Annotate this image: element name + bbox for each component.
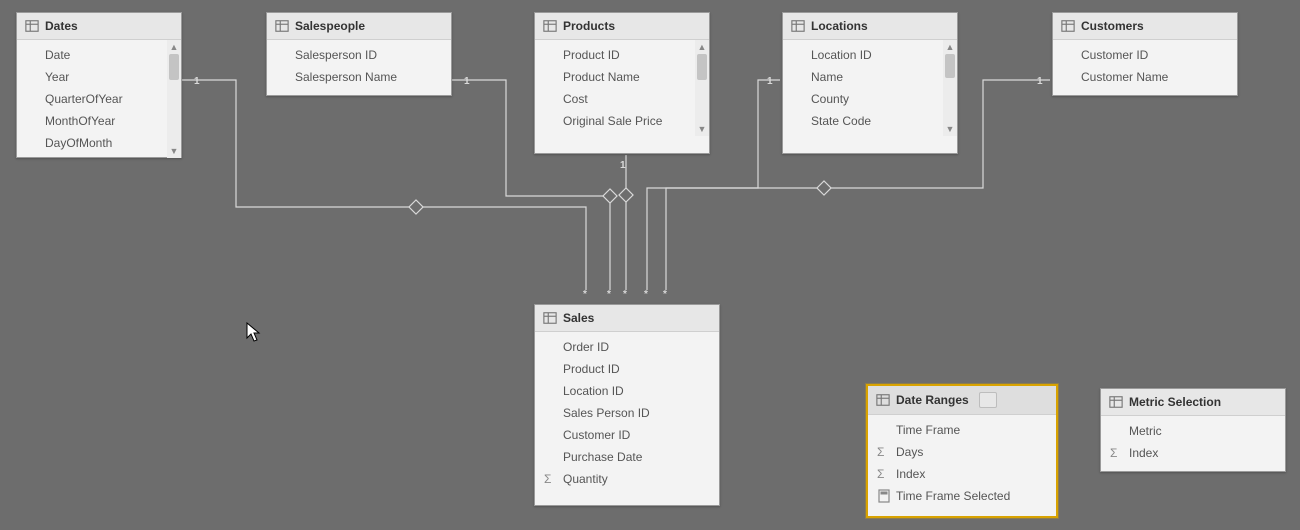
field-row[interactable]: Time Frame (868, 419, 1056, 441)
table-header[interactable]: Metric Selection (1101, 389, 1285, 416)
sigma-icon: Σ (544, 472, 558, 486)
field-row[interactable]: Location ID (535, 380, 719, 402)
table-title: Locations (811, 19, 868, 33)
scroll-up-icon[interactable]: ▲ (943, 40, 957, 54)
scroll-thumb[interactable] (169, 54, 179, 80)
svg-text:*: * (623, 289, 627, 300)
field-row[interactable]: Original Sale Price (535, 110, 709, 132)
field-row[interactable]: Salesperson Name (267, 66, 451, 88)
scroll-up-icon[interactable]: ▲ (695, 40, 709, 54)
field-row[interactable]: Product Name (535, 66, 709, 88)
field-row[interactable]: ΣDays (868, 441, 1056, 463)
field-row[interactable]: Cost (535, 88, 709, 110)
table-date-ranges[interactable]: Date Ranges Time Frame ΣDays ΣIndex Time… (866, 384, 1058, 518)
table-badge-icon (979, 392, 997, 408)
table-icon (543, 19, 557, 33)
scroll-thumb[interactable] (945, 54, 955, 78)
field-row[interactable]: Salesperson ID (267, 44, 451, 66)
field-row[interactable]: Customer Name (1053, 66, 1237, 88)
table-title: Date Ranges (896, 393, 969, 407)
field-row[interactable]: Sales Person ID (535, 402, 719, 424)
table-products[interactable]: Products Product ID Product Name Cost Or… (534, 12, 710, 154)
table-title: Sales (563, 311, 594, 325)
field-row[interactable]: Order ID (535, 336, 719, 358)
svg-text:*: * (583, 289, 587, 300)
scroll-down-icon[interactable]: ▼ (695, 122, 709, 136)
table-header[interactable]: Products (535, 13, 709, 40)
calculator-icon (877, 489, 891, 503)
field-row[interactable]: MonthOfYear (17, 110, 181, 132)
svg-text:1: 1 (464, 76, 470, 87)
scroll-up-icon[interactable]: ▲ (167, 40, 181, 54)
field-row[interactable]: QuarterOfYear (17, 88, 181, 110)
svg-text:*: * (644, 289, 648, 300)
table-dates[interactable]: Dates Date Year QuarterOfYear MonthOfYea… (16, 12, 182, 158)
table-sales[interactable]: Sales Order ID Product ID Location ID Sa… (534, 304, 720, 506)
table-icon (543, 311, 557, 325)
table-icon (1061, 19, 1075, 33)
svg-text:*: * (663, 289, 667, 300)
table-locations[interactable]: Locations Location ID Name County State … (782, 12, 958, 154)
svg-text:1: 1 (194, 76, 200, 87)
field-row[interactable]: Σ Quantity (535, 468, 719, 490)
field-row[interactable]: Product ID (535, 44, 709, 66)
table-title: Dates (45, 19, 78, 33)
table-header[interactable]: Salespeople (267, 13, 451, 40)
field-row[interactable]: Date (17, 44, 181, 66)
field-row[interactable]: State Code (783, 110, 957, 132)
table-header[interactable]: Date Ranges (868, 386, 1056, 415)
scrollbar[interactable]: ▲ ▼ (943, 40, 957, 136)
field-row[interactable]: Customer ID (535, 424, 719, 446)
svg-text:1: 1 (620, 160, 626, 171)
sigma-icon: Σ (877, 467, 891, 481)
field-row[interactable]: Purchase Date (535, 446, 719, 468)
field-row[interactable]: County (783, 88, 957, 110)
table-customers[interactable]: Customers Customer ID Customer Name (1052, 12, 1238, 96)
table-icon (1109, 395, 1123, 409)
field-row[interactable]: Time Frame Selected (868, 485, 1056, 507)
field-row[interactable]: Name (783, 66, 957, 88)
sigma-icon: Σ (1110, 446, 1124, 460)
svg-text:1: 1 (767, 76, 773, 87)
field-row[interactable]: Location ID (783, 44, 957, 66)
field-row[interactable]: Product ID (535, 358, 719, 380)
field-list: Date Year QuarterOfYear MonthOfYear DayO… (17, 40, 181, 158)
table-title: Salespeople (295, 19, 365, 33)
field-row[interactable]: Customer ID (1053, 44, 1237, 66)
scroll-down-icon[interactable]: ▼ (943, 122, 957, 136)
sigma-icon: Σ (877, 445, 891, 459)
table-icon (25, 19, 39, 33)
table-icon (876, 393, 890, 407)
table-header[interactable]: Locations (783, 13, 957, 40)
field-row[interactable]: DayOfMonth (17, 132, 181, 154)
field-row[interactable]: Year (17, 66, 181, 88)
scroll-down-icon[interactable]: ▼ (167, 144, 181, 158)
model-canvas[interactable]: 1 * 1 * 1 * 1 * 1 * Dates Date Year Quar… (0, 0, 1300, 530)
field-row[interactable]: ΣIndex (868, 463, 1056, 485)
scrollbar[interactable]: ▲ ▼ (695, 40, 709, 136)
table-header[interactable]: Sales (535, 305, 719, 332)
svg-text:1: 1 (1037, 76, 1043, 87)
field-row[interactable]: ΣIndex (1101, 442, 1285, 464)
mouse-cursor-icon (246, 322, 262, 344)
table-header[interactable]: Customers (1053, 13, 1237, 40)
table-title: Customers (1081, 19, 1144, 33)
table-header[interactable]: Dates (17, 13, 181, 40)
table-salespeople[interactable]: Salespeople Salesperson ID Salesperson N… (266, 12, 452, 96)
table-icon (791, 19, 805, 33)
table-metric-selection[interactable]: Metric Selection Metric ΣIndex (1100, 388, 1286, 472)
scrollbar[interactable]: ▲ ▼ (167, 40, 181, 158)
table-icon (275, 19, 289, 33)
field-row[interactable]: Metric (1101, 420, 1285, 442)
scroll-thumb[interactable] (697, 54, 707, 80)
table-title: Products (563, 19, 615, 33)
svg-text:*: * (607, 289, 611, 300)
table-title: Metric Selection (1129, 395, 1221, 409)
